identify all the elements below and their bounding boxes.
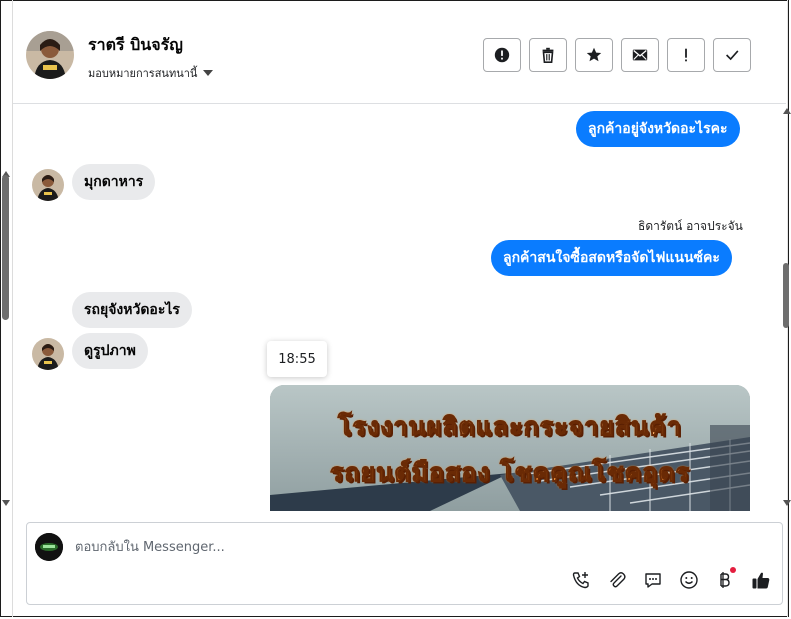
composer-toolbar xyxy=(570,567,772,591)
mark-unread-button[interactable] xyxy=(621,38,659,72)
assign-label: มอบหมายการสนทนานี้ xyxy=(88,67,198,80)
scroll-down-arrow-icon[interactable] xyxy=(2,500,10,506)
scroll-up-arrow-icon[interactable] xyxy=(783,108,791,114)
delete-button[interactable] xyxy=(529,38,567,72)
notification-dot xyxy=(730,567,736,573)
incoming-message[interactable]: ดูรูปภาพ xyxy=(72,333,148,369)
incoming-message[interactable]: มุกดาหาร xyxy=(72,164,156,200)
scroll-down-arrow-icon[interactable] xyxy=(783,500,791,506)
image-caption-line2: รถยนต์มือสอง โชคคูณโชคอุดร xyxy=(329,458,691,488)
envelope-icon xyxy=(632,49,648,61)
smiley-icon xyxy=(680,571,698,589)
exclamation-icon xyxy=(685,48,687,62)
chat-bubble-icon xyxy=(645,573,661,588)
follow-up-button[interactable] xyxy=(667,38,705,72)
incoming-message[interactable]: รถยุจังหวัดอะไร xyxy=(72,292,192,328)
outgoing-message[interactable]: ลูกค้าอยู่จังหวัดอะไรคะ xyxy=(576,111,740,147)
phone-add-icon xyxy=(572,572,589,589)
check-icon xyxy=(726,50,739,61)
attach-button[interactable] xyxy=(606,569,628,591)
left-scrollbar[interactable] xyxy=(2,175,9,320)
contact-avatar-small xyxy=(32,338,64,370)
alert-circle-icon xyxy=(494,47,510,63)
payment-button[interactable] xyxy=(714,567,736,591)
conversation-header: ราตรี บินจรัญ มอบหมายการสนทนานี้ xyxy=(13,8,786,104)
contact-avatar[interactable] xyxy=(26,31,74,79)
call-button[interactable] xyxy=(570,569,592,591)
paperclip-icon xyxy=(610,572,626,588)
saved-replies-button[interactable] xyxy=(642,569,664,591)
emoji-button[interactable] xyxy=(678,569,700,591)
assign-conversation-dropdown[interactable]: มอบหมายการสนทนานี้ xyxy=(88,64,214,82)
conversation-actions xyxy=(483,38,751,72)
trash-icon xyxy=(542,47,554,64)
image-caption-line1: โรงงานผลิตและกระจายสินค้า xyxy=(338,412,682,442)
image-attachment[interactable]: โรงงานผลิตและกระจายสินค้า รถยนต์มือสอง โ… xyxy=(270,385,750,511)
page-avatar xyxy=(35,533,63,561)
thumbs-up-icon xyxy=(752,572,770,589)
contact-name[interactable]: ราตรี บินจรัญ xyxy=(88,33,183,58)
star-button[interactable] xyxy=(575,38,613,72)
baht-icon xyxy=(720,572,730,588)
timestamp-tooltip: 18:55 xyxy=(267,341,327,377)
outgoing-message[interactable]: ลูกค้าสนใจซื้อสดหรือจัดไฟแนนซ์คะ xyxy=(491,240,732,276)
sender-name: ธิดารัตน์ อาจประจัน xyxy=(638,219,743,233)
like-button[interactable] xyxy=(750,569,772,591)
spam-button[interactable] xyxy=(483,38,521,72)
mark-done-button[interactable] xyxy=(713,38,751,72)
reply-input[interactable] xyxy=(75,537,715,557)
star-icon xyxy=(586,47,602,62)
messages-scrollbar[interactable] xyxy=(783,263,789,328)
reply-composer xyxy=(26,522,783,605)
contact-avatar-small xyxy=(32,169,64,201)
caret-down-icon xyxy=(203,70,214,76)
